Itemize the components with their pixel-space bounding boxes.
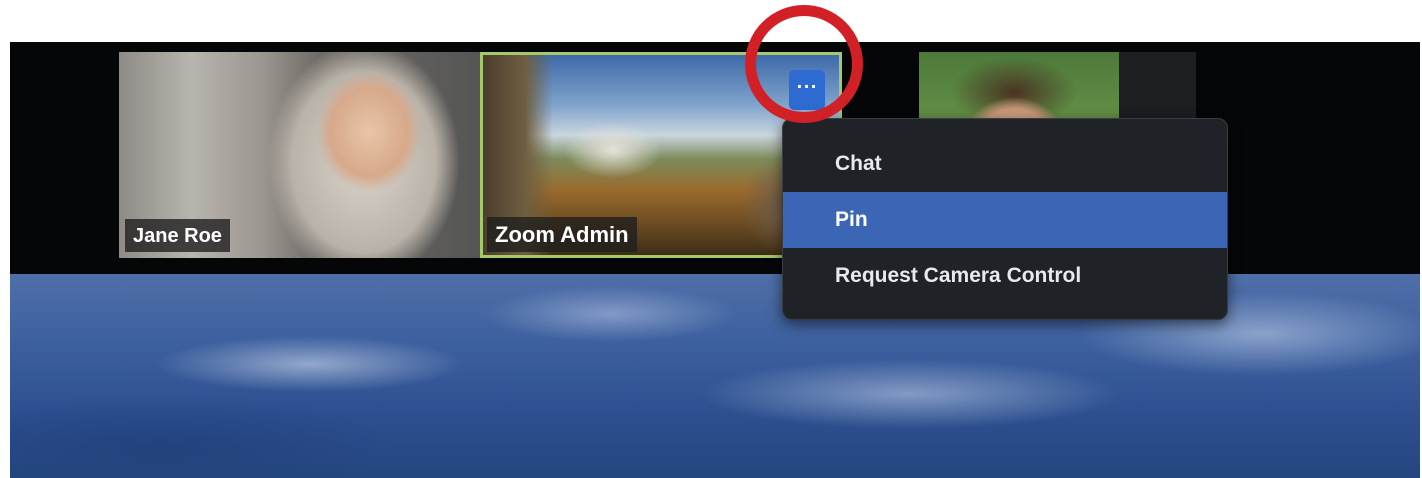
participant-name-label: Jane Roe [125,219,230,252]
menu-item-pin[interactable]: Pin [783,192,1227,248]
participant-name-label: Zoom Admin [487,217,637,252]
menu-item-request-camera-control[interactable]: Request Camera Control [783,248,1227,304]
menu-item-chat[interactable]: Chat [783,136,1227,192]
participant-tile-jane-roe[interactable]: Jane Roe [119,52,480,258]
participant-context-menu: Chat Pin Request Camera Control [782,118,1228,320]
screenshot-stage: Jane Roe Zoom Admin ··· Chat Pin Request… [0,0,1422,478]
annotation-highlight-circle [745,5,863,123]
